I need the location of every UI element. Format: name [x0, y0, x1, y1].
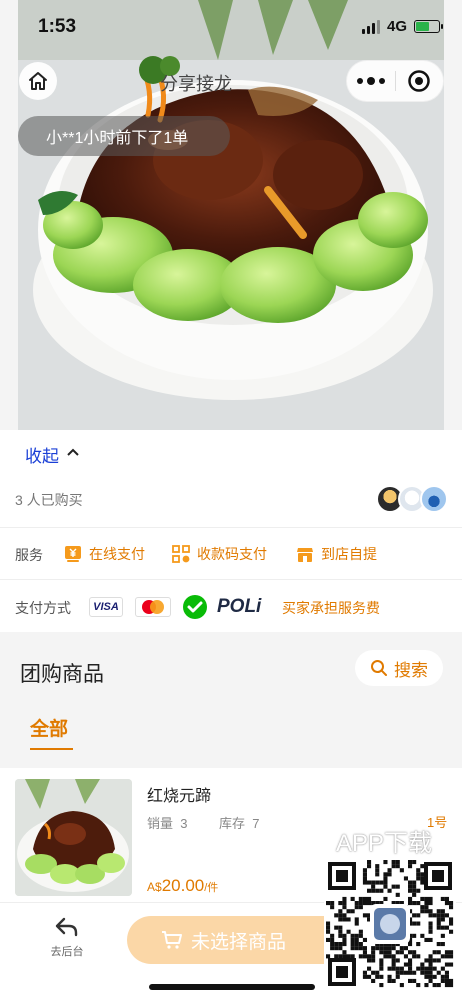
service-fee-note: 买家承担服务费: [282, 600, 380, 616]
product-name: 红烧元蹄: [147, 788, 212, 805]
sales-label: 销量: [147, 816, 174, 831]
search-label: 搜索: [394, 660, 428, 680]
page-title: 分享接龙: [160, 74, 232, 94]
recent-order-toast: 小**1小时前下了1单: [18, 116, 230, 156]
yen-card-icon: [65, 546, 81, 562]
target-close-icon: [408, 70, 430, 92]
back-arrow-icon: [55, 917, 78, 937]
poli-icon: POLi: [217, 596, 262, 617]
payment-row: 支付方式 VISA POLi 买家承担服务费: [0, 580, 462, 632]
service-qr-pay: 收款码支付: [172, 544, 267, 564]
product-thumbnail: [15, 779, 132, 896]
mastercard-icon: [135, 597, 171, 617]
chevron-up-icon: [67, 448, 79, 456]
service-online-pay: 在线支付: [64, 544, 145, 564]
battery-icon: [414, 20, 443, 33]
section-title: 团购商品: [20, 663, 104, 686]
buyers-row: 3 人已购买: [0, 474, 462, 528]
product-price: A$20.00/件: [147, 876, 218, 896]
product-sales: 销量 3: [147, 813, 187, 832]
status-bar: 1:53 4G: [0, 0, 462, 56]
buyer-avatars: [376, 485, 448, 513]
mini-program-capsule: [346, 60, 444, 102]
service-item-label: 收款码支付: [197, 546, 267, 562]
service-label: 服务: [15, 547, 43, 563]
page: 1:53 4G 分享接龙 小**1小时前下了1单 收起 3 人已购买 服务 在线…: [0, 0, 462, 1000]
home-button[interactable]: [19, 62, 57, 100]
stock-value: 7: [252, 816, 260, 831]
back-to-admin-button[interactable]: 去后台: [40, 917, 94, 967]
search-button[interactable]: 搜索: [355, 650, 443, 686]
group-products-header: 团购商品 搜索 全部: [0, 632, 462, 750]
close-mini-program-button[interactable]: [395, 69, 443, 93]
qr-code-icon: [172, 545, 190, 563]
buyers-count: 3 人已购买: [15, 492, 83, 508]
network-type: 4G: [386, 18, 407, 35]
cart-icon: [162, 931, 182, 949]
more-options-button[interactable]: [347, 77, 395, 85]
sales-value: 3: [180, 816, 188, 831]
status-indicators: 4G: [361, 18, 443, 35]
product-stock: 库存 7: [219, 813, 259, 832]
avatar: [420, 485, 448, 513]
price-unit: /件: [204, 882, 219, 894]
more-icon: [366, 77, 375, 85]
collapse-button[interactable]: 收起: [25, 442, 59, 467]
price-currency: A$: [147, 880, 162, 894]
service-row: 服务 在线支付 收款码支付 到店自提: [0, 528, 462, 580]
stock-label: 库存: [219, 816, 246, 831]
service-item-label: 在线支付: [89, 546, 145, 562]
service-pickup: 到店自提: [296, 544, 377, 564]
store-icon: [297, 548, 313, 562]
app-download-label[interactable]: APP下载: [336, 823, 432, 858]
cart-button[interactable]: 未选择商品: [127, 916, 331, 964]
payment-label: 支付方式: [15, 600, 71, 616]
home-icon: [29, 72, 47, 90]
service-item-label: 到店自提: [321, 546, 377, 562]
cart-label: 未选择商品: [191, 931, 287, 953]
wechat-pay-icon: [183, 595, 207, 619]
back-label: 去后台: [50, 946, 84, 958]
search-icon: [371, 660, 387, 676]
price-value: 20.00: [161, 876, 205, 895]
active-tab-indicator: [30, 748, 73, 750]
visa-icon: VISA: [89, 597, 123, 617]
home-indicator: [149, 984, 315, 990]
status-time: 1:53: [38, 16, 77, 37]
app-download-qr-code[interactable]: [324, 858, 456, 990]
signal-icon: [361, 19, 380, 34]
tab-all[interactable]: 全部: [30, 714, 68, 741]
